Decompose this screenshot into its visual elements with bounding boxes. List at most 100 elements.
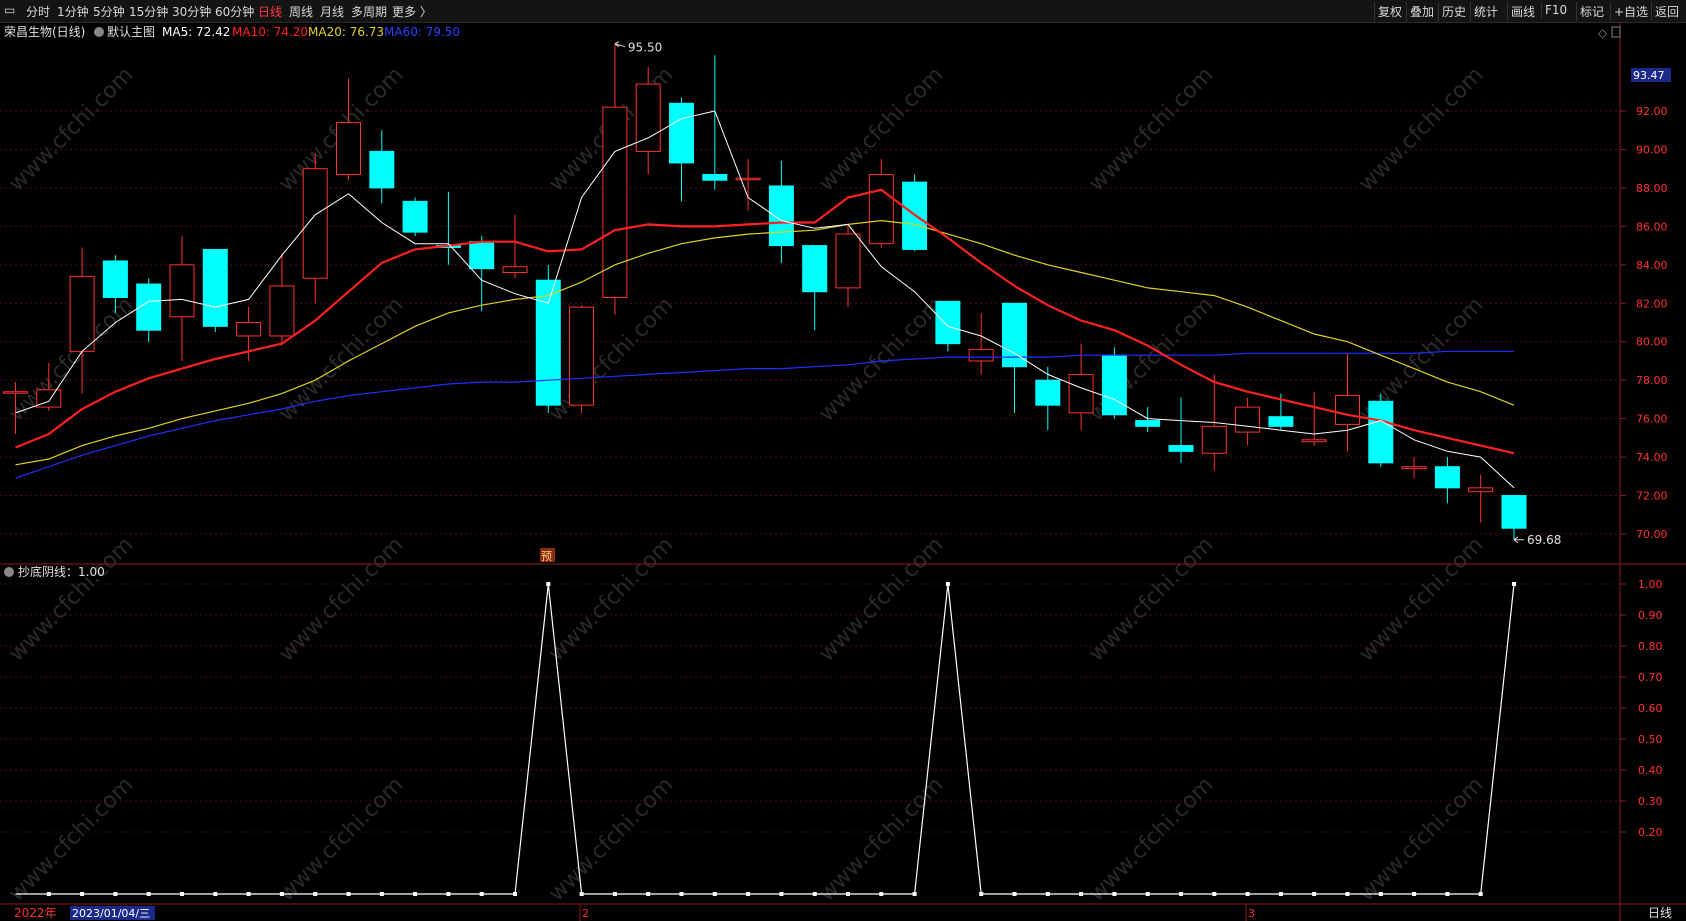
candle-body <box>302 168 328 279</box>
watermark-text: www.cfchi.com <box>1354 62 1488 196</box>
candle-body <box>1368 400 1394 464</box>
y-tick-label: 92.00 <box>1636 105 1668 118</box>
y-tick-label: 80.00 <box>1636 336 1668 349</box>
watermark-text: www.cfchi.com <box>274 532 408 666</box>
ma5-line <box>15 110 1515 489</box>
candle-body <box>835 233 861 289</box>
y-tick-label: 76.00 <box>1636 413 1668 426</box>
candle-body <box>669 102 694 164</box>
candle-body <box>169 264 195 318</box>
indicator-label: 抄底阴线：1.00 <box>18 564 105 579</box>
indicator-point <box>1079 892 1084 896</box>
watermark-text: www.cfchi.com <box>1084 772 1218 906</box>
watermark-text: www.cfchi.com <box>4 532 138 666</box>
indicator-point <box>579 892 584 896</box>
ma10-line <box>15 188 1515 455</box>
watermark-text: www.cfchi.com <box>544 532 678 666</box>
watermark-text: www.cfchi.com <box>544 772 678 906</box>
ma20-label: MA20: 76.73 <box>308 25 384 39</box>
candles-layer <box>3 43 1527 540</box>
indicator-point <box>213 892 218 896</box>
candle-body <box>336 122 361 175</box>
ma60-line <box>15 350 1514 479</box>
indicator-point <box>46 892 51 896</box>
high-marker <box>614 41 626 48</box>
watermark-layer: www.cfchi.com www.cfchi.com www.cfchi.com w… <box>4 62 1488 906</box>
candle-body <box>369 150 395 189</box>
indicator-y-tick-label: 0.70 <box>1638 671 1663 684</box>
indicator-point <box>313 892 318 896</box>
y-tick-label: 88.00 <box>1636 182 1668 195</box>
y-tick-label: 78.00 <box>1636 374 1668 387</box>
candle-body <box>1168 445 1194 452</box>
indicator-point <box>246 892 251 896</box>
watermark-text: www.cfchi.com <box>814 292 948 426</box>
y-axis-labels: 70.00 72.00 74.00 76.00 78.00 80.00 82.00 84.00… <box>1620 105 1668 839</box>
watermark-text: www.cfchi.com <box>1354 532 1488 666</box>
candle-body <box>1501 495 1527 529</box>
candle-body <box>569 306 595 406</box>
period-label: 日线 <box>1648 906 1672 920</box>
indicator-toggle-icon[interactable] <box>4 567 14 577</box>
indicator-point <box>712 892 717 896</box>
stock-name: 荣昌生物(日线) <box>4 25 85 39</box>
candle-body <box>269 285 295 337</box>
candle-body <box>1434 466 1460 489</box>
ma60-label: MA60: 79.50 <box>384 25 460 39</box>
indicator-point <box>1412 892 1417 896</box>
indicator-point <box>1445 892 1450 896</box>
y-tick-label: 70.00 <box>1636 528 1668 541</box>
candle-body <box>3 391 28 394</box>
indicator-point <box>180 892 184 896</box>
candle-body <box>702 173 728 181</box>
indicator-point <box>279 892 284 896</box>
candle-body <box>236 322 262 337</box>
indicator-point <box>379 892 384 896</box>
candle-body <box>1301 439 1327 443</box>
indicator-point <box>1278 892 1283 896</box>
indicator-y-tick-label: 0.30 <box>1638 795 1663 808</box>
indicator-point <box>80 892 85 896</box>
candle-body <box>402 200 428 233</box>
indicator-point <box>812 892 817 896</box>
indicator-point <box>1145 892 1150 896</box>
indicator-point <box>912 892 917 896</box>
watermark-text: www.cfchi.com <box>814 772 948 906</box>
indicator-point <box>1512 582 1516 586</box>
indicator-point <box>779 892 784 896</box>
panel-max-icon[interactable] <box>1611 26 1621 38</box>
y-tick-label: 82.00 <box>1636 297 1668 310</box>
indicator-point <box>1245 892 1250 896</box>
indicator-y-tick-label: 0.60 <box>1638 702 1663 715</box>
low-marker <box>1513 536 1524 544</box>
template-toggle-icon[interactable] <box>94 27 104 37</box>
indicator-point <box>746 892 751 896</box>
y-tick-label: 84.00 <box>1636 259 1668 272</box>
indicator-point <box>1179 892 1183 896</box>
indicator-point <box>413 892 418 896</box>
candle-body <box>768 185 794 247</box>
y-tick-label: 74.00 <box>1636 451 1668 464</box>
indicator-point <box>479 892 484 896</box>
y-tick-label: 90.00 <box>1636 143 1668 156</box>
template-name[interactable]: 默认主图 <box>107 24 155 39</box>
candle-body <box>868 173 894 245</box>
indicator-y-tick-label: 0.90 <box>1638 609 1663 622</box>
indicator-point <box>612 892 617 896</box>
ma-lines-layer <box>15 110 1515 489</box>
indicator-point <box>979 892 984 896</box>
indicator-point <box>846 892 850 896</box>
indicator-point <box>1345 892 1350 896</box>
indicator-y-tick-label: 1.00 <box>1638 578 1663 591</box>
diamond-icon[interactable]: ◇ <box>1598 26 1608 40</box>
indicator-point <box>1012 892 1017 896</box>
candle-body <box>469 241 495 270</box>
year-label: 2022年 <box>14 906 57 920</box>
indicator-point <box>146 892 151 896</box>
candle-body <box>535 279 561 406</box>
watermark-text: www.cfchi.com <box>814 532 948 666</box>
y-tick-label: 72.00 <box>1636 490 1668 503</box>
indicator-y-tick-label: 0.40 <box>1638 764 1663 777</box>
date-cursor-text: 2023/01/04/三 <box>72 907 150 920</box>
stock-chart[interactable]: www.cfchi.com www.cfchi.com www.cfchi.com w… <box>0 0 1686 921</box>
